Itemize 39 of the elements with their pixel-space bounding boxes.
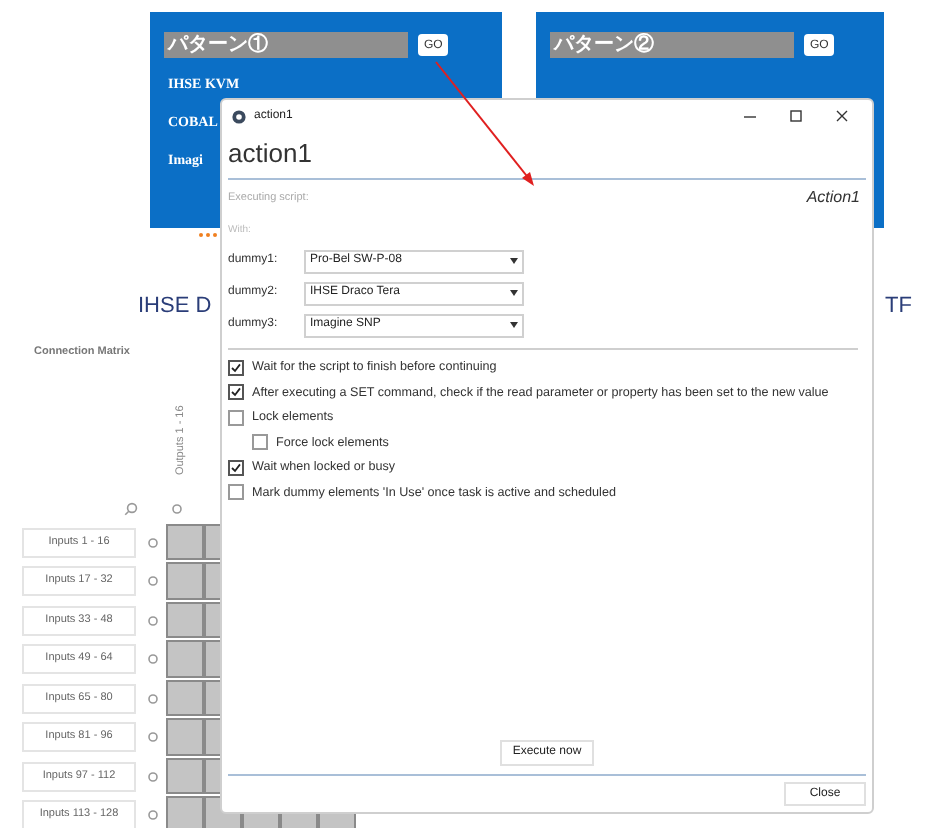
script-name: Action1 <box>806 186 862 210</box>
pattern-name-field[interactable]: パターン① <box>164 32 408 58</box>
checkbox[interactable] <box>228 459 244 476</box>
matrix-cell[interactable] <box>166 562 204 600</box>
circle-icon[interactable] <box>172 504 182 515</box>
matrix-cell[interactable] <box>166 640 204 678</box>
dropdown-caret-icon <box>510 258 518 264</box>
dropdown-caret-icon <box>510 290 518 296</box>
app-icon <box>232 109 246 123</box>
maximize-icon[interactable] <box>790 110 802 122</box>
dropdown-caret-icon <box>510 322 518 328</box>
circle-icon[interactable] <box>148 537 158 547</box>
dialog-heading: action1 <box>228 136 314 172</box>
minimize-icon[interactable] <box>744 110 756 122</box>
checkbox[interactable] <box>228 409 244 426</box>
circle-icon[interactable] <box>148 615 158 625</box>
search-icon[interactable] <box>124 502 138 517</box>
matrix-cell[interactable] <box>166 796 204 828</box>
checkbox[interactable] <box>228 484 244 501</box>
annotation-arrow <box>435 61 534 186</box>
circle-icon[interactable] <box>148 693 158 703</box>
pattern-name-field[interactable]: パターン② <box>550 32 794 58</box>
circle-icon[interactable] <box>148 771 158 781</box>
matrix-cell[interactable] <box>166 757 204 795</box>
circle-icon[interactable] <box>148 654 158 664</box>
matrix-cell[interactable] <box>166 679 204 717</box>
circle-icon[interactable] <box>148 810 158 820</box>
matrix-cell[interactable] <box>166 601 204 639</box>
ellipsis-icon[interactable] <box>198 232 218 238</box>
matrix-cell[interactable] <box>166 523 204 561</box>
checkbox[interactable] <box>228 384 244 401</box>
page-heading: IHSE D <box>138 292 212 322</box>
circle-icon[interactable] <box>148 732 158 742</box>
matrix-cell[interactable] <box>166 718 204 756</box>
checkbox[interactable] <box>228 359 244 376</box>
circle-icon[interactable] <box>148 576 158 586</box>
close-icon[interactable] <box>836 110 848 122</box>
checkbox[interactable] <box>252 434 268 451</box>
page-heading: TF <box>885 292 912 322</box>
